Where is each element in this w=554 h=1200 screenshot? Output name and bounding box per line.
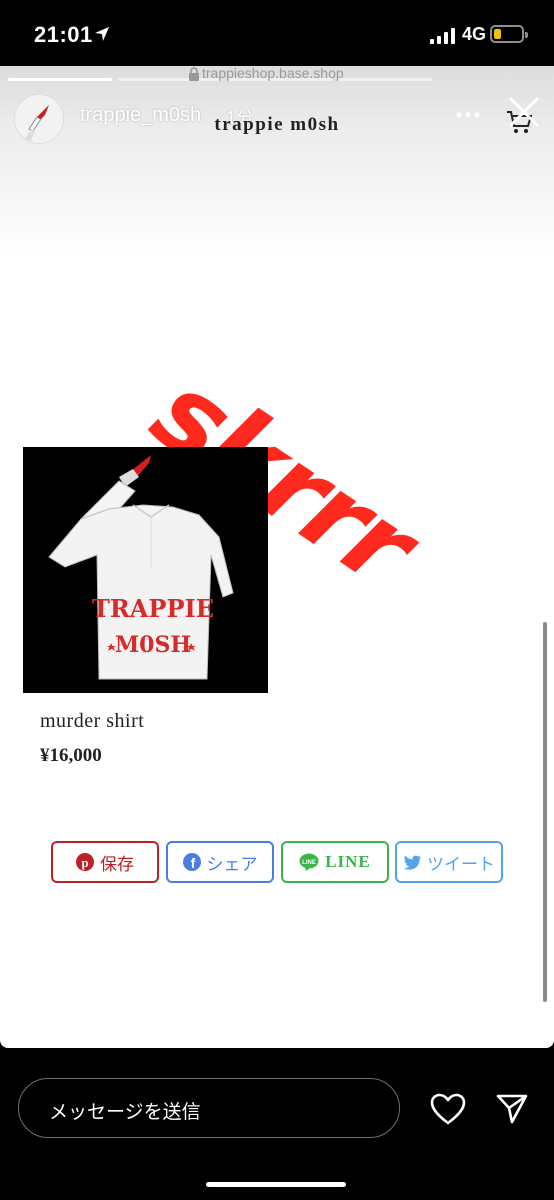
page-url: trappieshop.base.shop xyxy=(202,66,344,81)
twitter-tweet-label: ツイート xyxy=(427,854,495,875)
shirt-print-top: TRAPPIE xyxy=(92,594,214,623)
reply-bar: メッセージを送信 xyxy=(0,1048,554,1200)
product-price: ¥16,000 xyxy=(40,745,102,766)
line-icon: LINE xyxy=(299,853,319,871)
scrollbar[interactable] xyxy=(543,622,547,1002)
close-icon[interactable] xyxy=(508,96,540,128)
product-image[interactable]: TRAPPIE M0SH xyxy=(23,447,268,693)
story-progress-segment xyxy=(8,78,112,81)
battery-icon xyxy=(490,25,528,43)
line-share-button[interactable]: LINE LINE xyxy=(281,841,389,883)
home-indicator[interactable] xyxy=(206,1182,346,1187)
lock-icon xyxy=(189,67,199,81)
send-icon[interactable] xyxy=(496,1092,528,1124)
svg-text:LINE: LINE xyxy=(302,860,316,866)
facebook-share-label: シェア xyxy=(206,854,258,875)
product-name[interactable]: murder shirt xyxy=(40,710,144,733)
heart-icon[interactable] xyxy=(430,1093,466,1125)
clock: 21:01 xyxy=(34,22,93,47)
story-viewer[interactable]: trappieshop.base.shop trappie_m0sh 1分 tr… xyxy=(0,66,554,1048)
facebook-icon: f xyxy=(182,853,201,871)
line-share-label: LINE xyxy=(325,852,371,871)
pinterest-save-label: 保存 xyxy=(100,854,134,875)
story-header-gradient xyxy=(0,66,554,256)
svg-text:f: f xyxy=(190,855,195,871)
twitter-icon xyxy=(404,855,421,870)
message-input[interactable]: メッセージを送信 xyxy=(18,1078,400,1138)
network-type: 4G xyxy=(462,24,487,44)
more-options-icon[interactable] xyxy=(456,112,480,118)
message-placeholder: メッセージを送信 xyxy=(49,1101,201,1123)
pinterest-icon: p xyxy=(76,853,94,871)
shirt-illustration: TRAPPIE M0SH xyxy=(23,447,268,693)
pinterest-save-button[interactable]: p 保存 xyxy=(51,841,159,883)
story-progress-segment xyxy=(338,78,432,81)
status-bar: 21:01 4G xyxy=(0,0,554,70)
shirt-print-bottom: M0SH xyxy=(115,632,191,658)
svg-text:p: p xyxy=(81,855,88,870)
twitter-tweet-button[interactable]: ツイート xyxy=(395,841,503,883)
facebook-share-button[interactable]: f シェア xyxy=(166,841,274,883)
location-arrow-icon xyxy=(95,27,109,41)
cellular-signal-icon xyxy=(430,28,455,44)
